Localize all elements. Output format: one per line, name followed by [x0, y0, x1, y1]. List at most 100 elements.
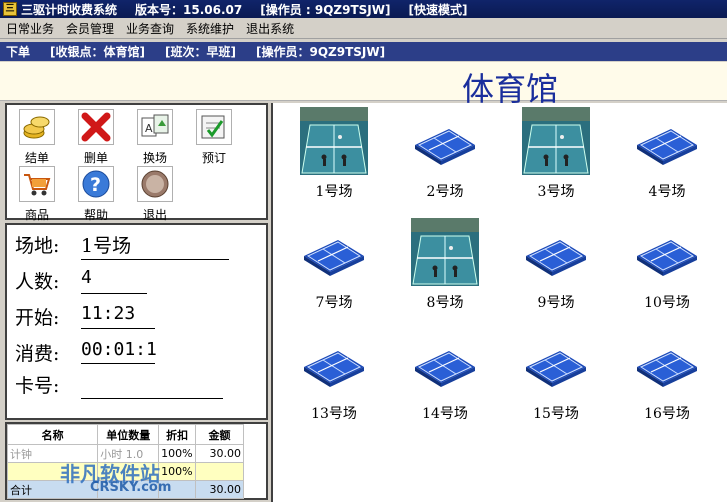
swap-court-button[interactable]: A 换场	[127, 109, 183, 166]
app-title: 三驱计时收费系统	[21, 2, 118, 17]
court-tile[interactable]: 1号场	[289, 107, 379, 201]
court-label: 1号场	[315, 184, 353, 200]
court-icon	[633, 218, 701, 286]
people-field-label: 人数:	[15, 271, 60, 293]
delete-order-button[interactable]: 删单	[68, 109, 124, 166]
menu-bar: 日常业务 会员管理 业务查询 系统维护 退出系统	[0, 18, 727, 39]
court-label: 10号场	[644, 295, 690, 311]
court-label: 7号场	[315, 295, 353, 311]
court-tile[interactable]: 4号场	[622, 107, 712, 201]
settle-button[interactable]: 结单	[9, 109, 65, 166]
exit-icon	[137, 166, 173, 202]
cart-icon	[19, 166, 55, 202]
people-underline	[81, 293, 147, 294]
court-tile[interactable]: 9号场	[511, 218, 601, 312]
occupied-court-photo	[411, 218, 479, 286]
title-operator: [操作员 : 9QZ9TSJW]	[260, 2, 391, 17]
swap-icon: A	[137, 109, 173, 145]
bill-cell: 100%	[158, 462, 197, 481]
version-label: 版本号：15.06.07	[135, 2, 243, 17]
booking-button[interactable]: 预订	[186, 109, 242, 166]
help-button[interactable]: ? 帮助	[68, 166, 124, 223]
card-field-label: 卡号:	[15, 375, 60, 397]
court-tile[interactable]: 8号场	[400, 218, 490, 312]
exit-button[interactable]: 退出	[127, 166, 183, 223]
watermark-url: CRSKY.com	[90, 480, 172, 495]
court-tile[interactable]: 15号场	[511, 329, 601, 423]
status-bar: 下单 [收银点：体育馆] [班次：早班] [操作员：9QZ9TSJW]	[0, 42, 727, 61]
court-tile[interactable]: 3号场	[511, 107, 601, 201]
order-info-panel: 场地: 1号场 人数: 4 开始: 11:23 消费: 00:01:1 卡号:	[5, 223, 268, 420]
delete-x-icon	[78, 109, 114, 145]
bill-cell: 100%	[158, 444, 197, 463]
bill-header-row: 名称 单位数量 折扣 金额	[6, 424, 244, 445]
court-icon	[300, 329, 368, 397]
venue-field-value: 1号场	[81, 235, 132, 257]
court-label: 9号场	[537, 295, 575, 311]
start-underline	[81, 328, 155, 329]
cost-field-value: 00:01:1	[81, 339, 157, 360]
status-order: 下单	[6, 45, 31, 59]
svg-text:A: A	[145, 122, 153, 135]
menu-exit[interactable]: 退出系统	[240, 20, 300, 37]
goods-label: 商品	[24, 208, 49, 222]
menu-system[interactable]: 系统维护	[180, 20, 240, 37]
col-amount: 金额	[195, 424, 244, 445]
col-discount: 折扣	[158, 424, 197, 445]
menu-query[interactable]: 业务查询	[120, 20, 180, 37]
occupied-court-photo	[522, 107, 590, 175]
status-point: [收银点：体育馆]	[50, 45, 145, 59]
status-operator: [操作员：9QZ9TSJW]	[255, 45, 386, 59]
coins-icon	[19, 109, 55, 145]
court-icon	[411, 107, 479, 175]
swap-court-label: 换场	[142, 151, 167, 165]
goods-button[interactable]: 商品	[9, 166, 65, 223]
court-label: 4号场	[648, 184, 686, 200]
card-underline	[81, 398, 223, 399]
delete-order-label: 删单	[83, 151, 108, 165]
help-icon: ?	[78, 166, 114, 202]
court-icon	[522, 329, 590, 397]
menu-daily[interactable]: 日常业务	[0, 20, 60, 37]
booking-icon	[196, 109, 232, 145]
bill-cell: 30.00	[195, 444, 244, 463]
menu-members[interactable]: 会员管理	[60, 20, 120, 37]
bill-total-amount: 30.00	[195, 480, 244, 499]
exit-label: 退出	[142, 208, 167, 222]
court-tile[interactable]: 2号场	[400, 107, 490, 201]
court-icon	[522, 218, 590, 286]
mode-label: [快速模式]	[408, 2, 468, 17]
col-name: 名称	[6, 424, 99, 445]
court-icon	[633, 329, 701, 397]
venue-underline	[81, 259, 229, 260]
court-label: 8号场	[426, 295, 464, 311]
court-label: 14号场	[422, 406, 468, 422]
court-icon	[411, 329, 479, 397]
cost-underline	[81, 363, 155, 364]
court-label: 2号场	[426, 184, 464, 200]
court-tile[interactable]: 16号场	[622, 329, 712, 423]
bill-cell	[195, 462, 244, 481]
settle-label: 结单	[24, 151, 49, 165]
court-label: 13号场	[311, 406, 357, 422]
start-field-label: 开始:	[15, 307, 60, 329]
app-icon: 三	[3, 2, 17, 16]
court-icon	[633, 107, 701, 175]
svg-text:?: ?	[90, 174, 101, 196]
venue-banner: 体育馆	[0, 62, 727, 108]
court-tile[interactable]: 7号场	[289, 218, 379, 312]
help-label: 帮助	[83, 208, 108, 222]
court-icon	[300, 218, 368, 286]
court-tile[interactable]: 13号场	[289, 329, 379, 423]
occupied-court-photo	[300, 107, 368, 175]
col-unit-qty: 单位数量	[97, 424, 160, 445]
title-bar: 三 三驱计时收费系统 版本号：15.06.07 [操作员 : 9QZ9TSJW]…	[0, 0, 727, 18]
toolbar-panel: 结单 删单 A 换场 预订 商品 ? 帮助 退出	[5, 103, 268, 223]
cost-field-label: 消费:	[15, 343, 60, 365]
court-tile[interactable]: 10号场	[622, 218, 712, 312]
court-tile[interactable]: 14号场	[400, 329, 490, 423]
court-label: 16号场	[644, 406, 690, 422]
people-field-value[interactable]: 4	[81, 267, 92, 288]
venue-field-label: 场地:	[15, 235, 60, 257]
start-field-value: 11:23	[81, 303, 136, 324]
